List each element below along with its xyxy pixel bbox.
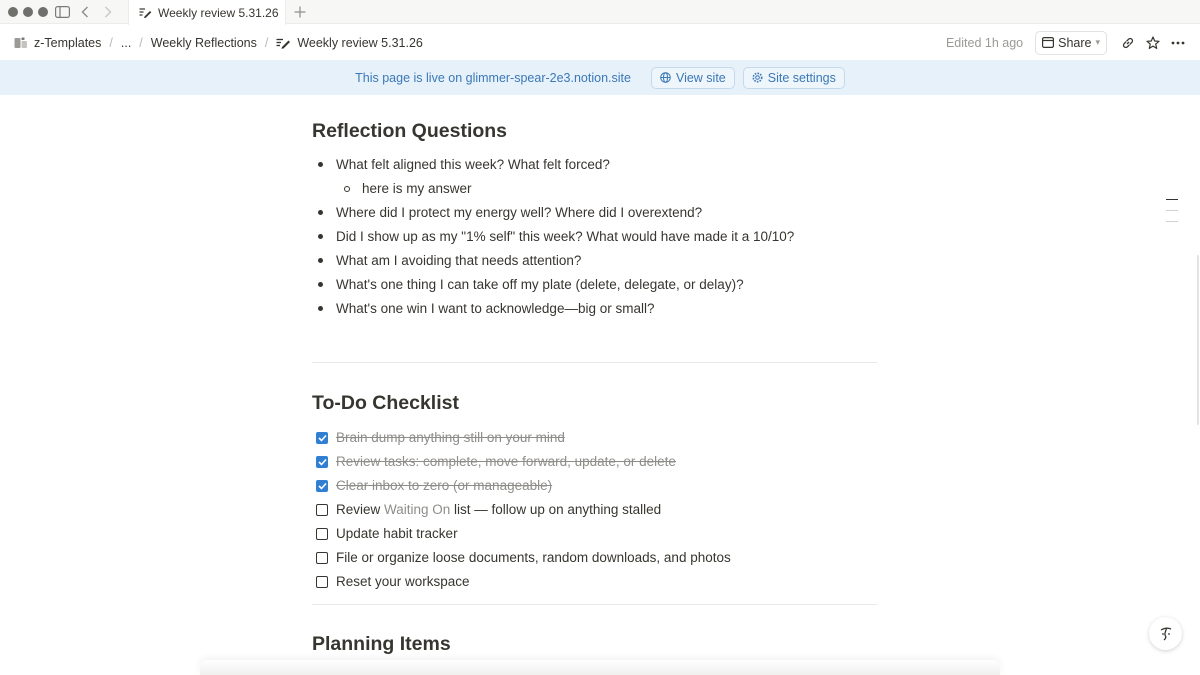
bullet-dot	[318, 282, 323, 287]
banner-text: This page is live on glimmer-spear-2e3.n…	[355, 70, 631, 85]
tab-title: Weekly review 5.31.26	[158, 5, 279, 20]
page-edit-icon	[139, 7, 152, 18]
planning-heading: Planning Items	[312, 633, 451, 655]
active-tab[interactable]: Weekly review 5.31.26	[128, 0, 286, 25]
link-icon[interactable]	[1116, 31, 1140, 55]
published-site-banner: This page is live on glimmer-spear-2e3.n…	[0, 60, 1200, 95]
gear-icon	[752, 72, 763, 83]
todo-item[interactable]: File or organize loose documents, random…	[316, 550, 731, 565]
star-icon[interactable]	[1141, 31, 1165, 55]
outline-marker-active[interactable]	[1166, 199, 1178, 200]
todo-item[interactable]: Clear inbox to zero (or manageable)	[316, 478, 552, 493]
bullet-circle	[344, 185, 350, 192]
sidebar-toggle-icon[interactable]	[54, 3, 70, 21]
todo-item[interactable]: Reset your workspace	[316, 574, 470, 589]
topbar-actions: Edited 1h ago Share ▾	[946, 25, 1190, 60]
bullet-dot	[318, 210, 323, 215]
bullet-item[interactable]: What's one win I want to acknowledge—big…	[318, 301, 654, 316]
edited-timestamp: Edited 1h ago	[945, 35, 1024, 50]
reflection-heading: Reflection Questions	[312, 120, 508, 142]
outline-marker[interactable]	[1166, 210, 1178, 211]
view-site-button[interactable]: View site	[650, 66, 735, 89]
todo-item[interactable]: Review tasks: complete, move forward, up…	[316, 454, 676, 469]
breadcrumb-weekly-reflections[interactable]: Weekly Reflections	[147, 34, 261, 52]
forward-arrow-icon[interactable]	[102, 3, 114, 21]
bullet-dot	[318, 162, 323, 167]
nested-bullet-item[interactable]: here is my answer	[344, 181, 472, 196]
bullet-item[interactable]: What's one thing I can take off my plate…	[318, 277, 744, 292]
page-topbar: z-Templates / ... / Weekly Reflections /…	[0, 25, 1200, 60]
bottom-panel-edge	[200, 660, 1000, 675]
todo-heading: To-Do Checklist	[312, 392, 459, 414]
checkbox-unchecked[interactable]	[316, 503, 328, 516]
checkbox-checked[interactable]	[316, 479, 328, 492]
breadcrumb-z-templates[interactable]: z-Templates	[10, 34, 105, 52]
bullet-dot	[318, 306, 323, 311]
todo-item[interactable]: Review Waiting On list — follow up on an…	[316, 502, 661, 517]
checkbox-unchecked[interactable]	[316, 551, 328, 564]
more-icon[interactable]	[1166, 31, 1190, 55]
templates-icon	[14, 37, 28, 49]
notion-ai-button[interactable]	[1149, 617, 1182, 650]
minimize-window-dot[interactable]	[23, 7, 33, 17]
breadcrumb-separator: /	[139, 35, 143, 50]
ai-face-icon	[1160, 627, 1171, 641]
globe-icon	[660, 72, 671, 83]
browser-tab-bar: Weekly review 5.31.26	[0, 0, 1200, 25]
bullet-item[interactable]: What felt aligned this week? What felt f…	[318, 157, 610, 172]
checkmark-icon	[317, 458, 327, 466]
close-window-dot[interactable]	[8, 7, 18, 17]
breadcrumb-separator: /	[109, 35, 113, 50]
chevron-down-icon: ▾	[1095, 37, 1100, 47]
checkmark-icon	[317, 482, 327, 490]
checkbox-checked[interactable]	[316, 455, 328, 468]
section-divider	[312, 604, 877, 605]
breadcrumb-separator: /	[264, 35, 269, 50]
bullet-dot	[318, 258, 323, 263]
zoom-window-dot[interactable]	[38, 7, 48, 17]
breadcrumb-ellipsis[interactable]: ...	[117, 34, 135, 52]
share-button[interactable]: Share ▾	[1035, 30, 1107, 55]
breadcrumb-current-page[interactable]: Weekly review 5.31.26	[272, 34, 427, 52]
section-divider	[312, 362, 877, 363]
checkbox-unchecked[interactable]	[316, 575, 328, 588]
checkbox-unchecked[interactable]	[316, 527, 328, 540]
scrollbar[interactable]	[1197, 255, 1199, 425]
page-mention-link[interactable]: Waiting On	[384, 502, 450, 517]
bullet-item[interactable]: Did I show up as my "1% self" this week?…	[318, 229, 794, 244]
browser-window-icon	[1042, 37, 1055, 48]
back-arrow-icon[interactable]	[79, 3, 91, 21]
todo-item[interactable]: Brain dump anything still on your mind	[316, 430, 565, 445]
checkmark-icon	[317, 434, 327, 442]
checkbox-checked[interactable]	[316, 431, 328, 444]
todo-item[interactable]: Update habit tracker	[316, 526, 458, 541]
page-edit-icon	[276, 37, 291, 49]
breadcrumb: z-Templates / ... / Weekly Reflections /…	[10, 25, 427, 60]
bullet-item[interactable]: Where did I protect my energy well? Wher…	[318, 205, 702, 220]
new-tab-icon[interactable]	[292, 3, 308, 21]
outline-marker[interactable]	[1166, 221, 1178, 222]
bullet-item[interactable]: What am I avoiding that needs attention?	[318, 253, 581, 268]
bullet-dot	[318, 234, 323, 239]
site-settings-button[interactable]: Site settings	[742, 66, 845, 89]
